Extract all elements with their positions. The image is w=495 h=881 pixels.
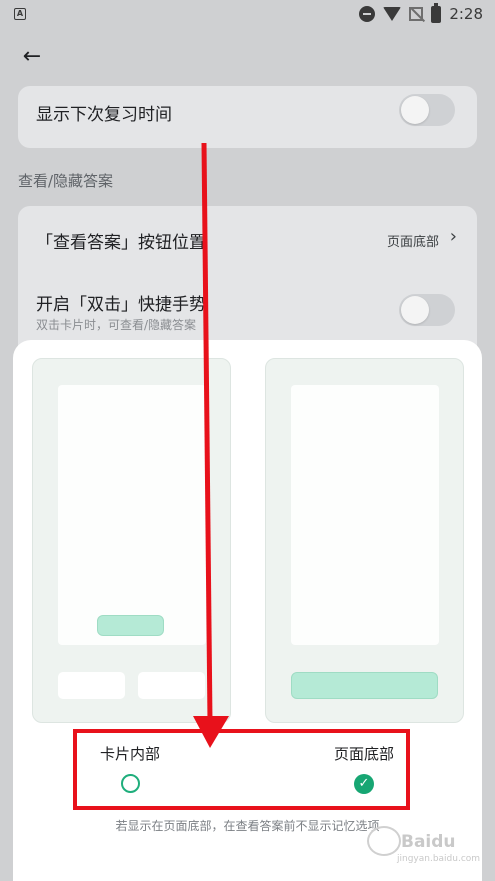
answer-button-position-label: 「查看答案」按钮位置 <box>36 233 206 253</box>
toggle-knob <box>401 296 429 324</box>
preview-card-body <box>291 385 439 645</box>
next-review-label: 显示下次复习时间 <box>36 105 172 125</box>
status-time: 2:28 <box>449 5 483 23</box>
annotation-highlight-box <box>73 729 410 810</box>
chevron-right-icon: › <box>449 226 457 247</box>
toggle-knob <box>401 96 429 124</box>
preview-card-body <box>58 385 206 645</box>
preview-card-inside[interactable] <box>32 358 231 723</box>
back-button[interactable]: ← <box>18 44 46 72</box>
watermark-text: Baidu <box>401 832 456 852</box>
baidu-watermark: Baidu jingyan.baidu.com <box>367 826 480 870</box>
no-sim-icon <box>409 7 424 21</box>
wifi-icon <box>383 7 402 21</box>
watermark-sub: jingyan.baidu.com <box>397 854 481 864</box>
setting-card-next-review: 显示下次复习时间 <box>18 86 477 148</box>
double-tap-toggle[interactable] <box>399 294 455 326</box>
dnd-icon <box>359 6 376 22</box>
preview-page-bottom[interactable] <box>265 358 464 723</box>
answer-button-position-value: 页面底部 <box>386 235 439 250</box>
setting-card-answer: 「查看答案」按钮位置 页面底部 › 开启「双击」快捷手势 双击卡片时，可查看/隐… <box>18 206 477 356</box>
battery-charging-icon <box>431 2 442 23</box>
preview-answer-button <box>97 615 164 636</box>
notification-app-icon: A <box>14 8 26 20</box>
preview-option-placeholder <box>58 672 125 699</box>
status-bar: A 2:28 <box>0 0 495 28</box>
answer-button-position-row[interactable]: 「查看答案」按钮位置 页面底部 › <box>18 206 477 272</box>
arrow-left-icon: ← <box>22 44 42 69</box>
next-review-toggle[interactable] <box>399 94 455 126</box>
preview-answer-button <box>291 672 438 699</box>
double-tap-label: 开启「双击」快捷手势 <box>36 295 206 315</box>
paw-logo-icon <box>367 826 401 856</box>
section-title: 查看/隐藏答案 <box>18 172 114 190</box>
status-icons: 2:28 <box>359 2 483 23</box>
preview-option-placeholder <box>138 672 205 699</box>
double-tap-sub: 双击卡片时，可查看/隐藏答案 <box>36 318 197 332</box>
